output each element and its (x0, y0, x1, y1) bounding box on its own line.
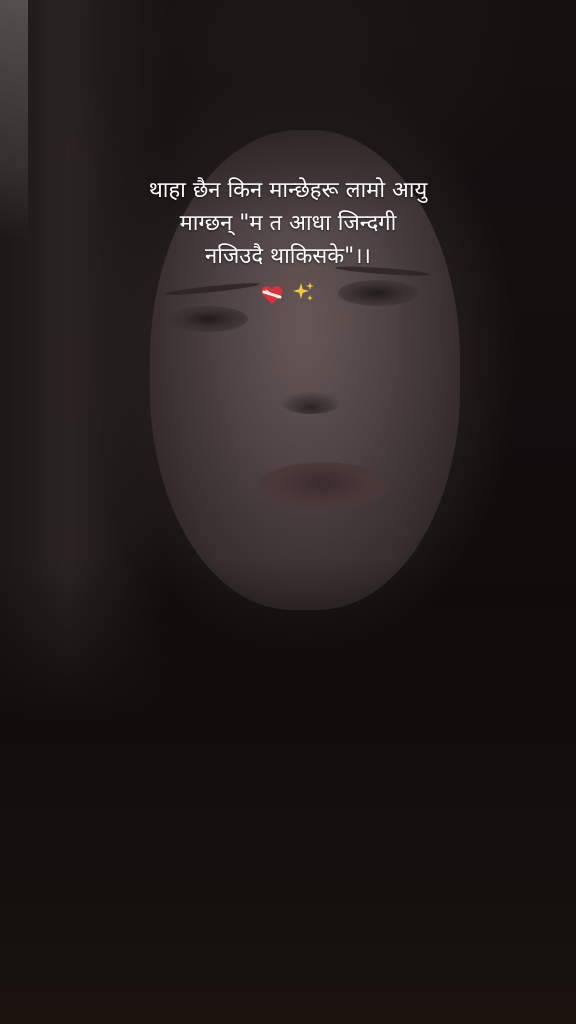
emoji-row (261, 275, 316, 308)
sparkles-icon (292, 280, 316, 304)
lips (258, 462, 388, 510)
caption-line-2: माग्छन् "म त आधा जिन्दगी (179, 211, 397, 236)
mending-heart-icon (261, 282, 283, 304)
caption-line-1: थाहा छैन किन मान्छेहरू लामो आयु (148, 178, 428, 203)
caption-line-3: नजिउदै थाकिसके"।। (205, 244, 371, 269)
screen: थाहा छैन किन मान्छेहरू लामो आयु माग्छन् … (0, 0, 576, 1024)
left-eye (168, 306, 248, 332)
dark-clothing (0, 560, 576, 1024)
nose (282, 392, 340, 414)
caption-overlay: थाहा छैन किन मान्छेहरू लामो आयु माग्छन् … (0, 174, 576, 308)
